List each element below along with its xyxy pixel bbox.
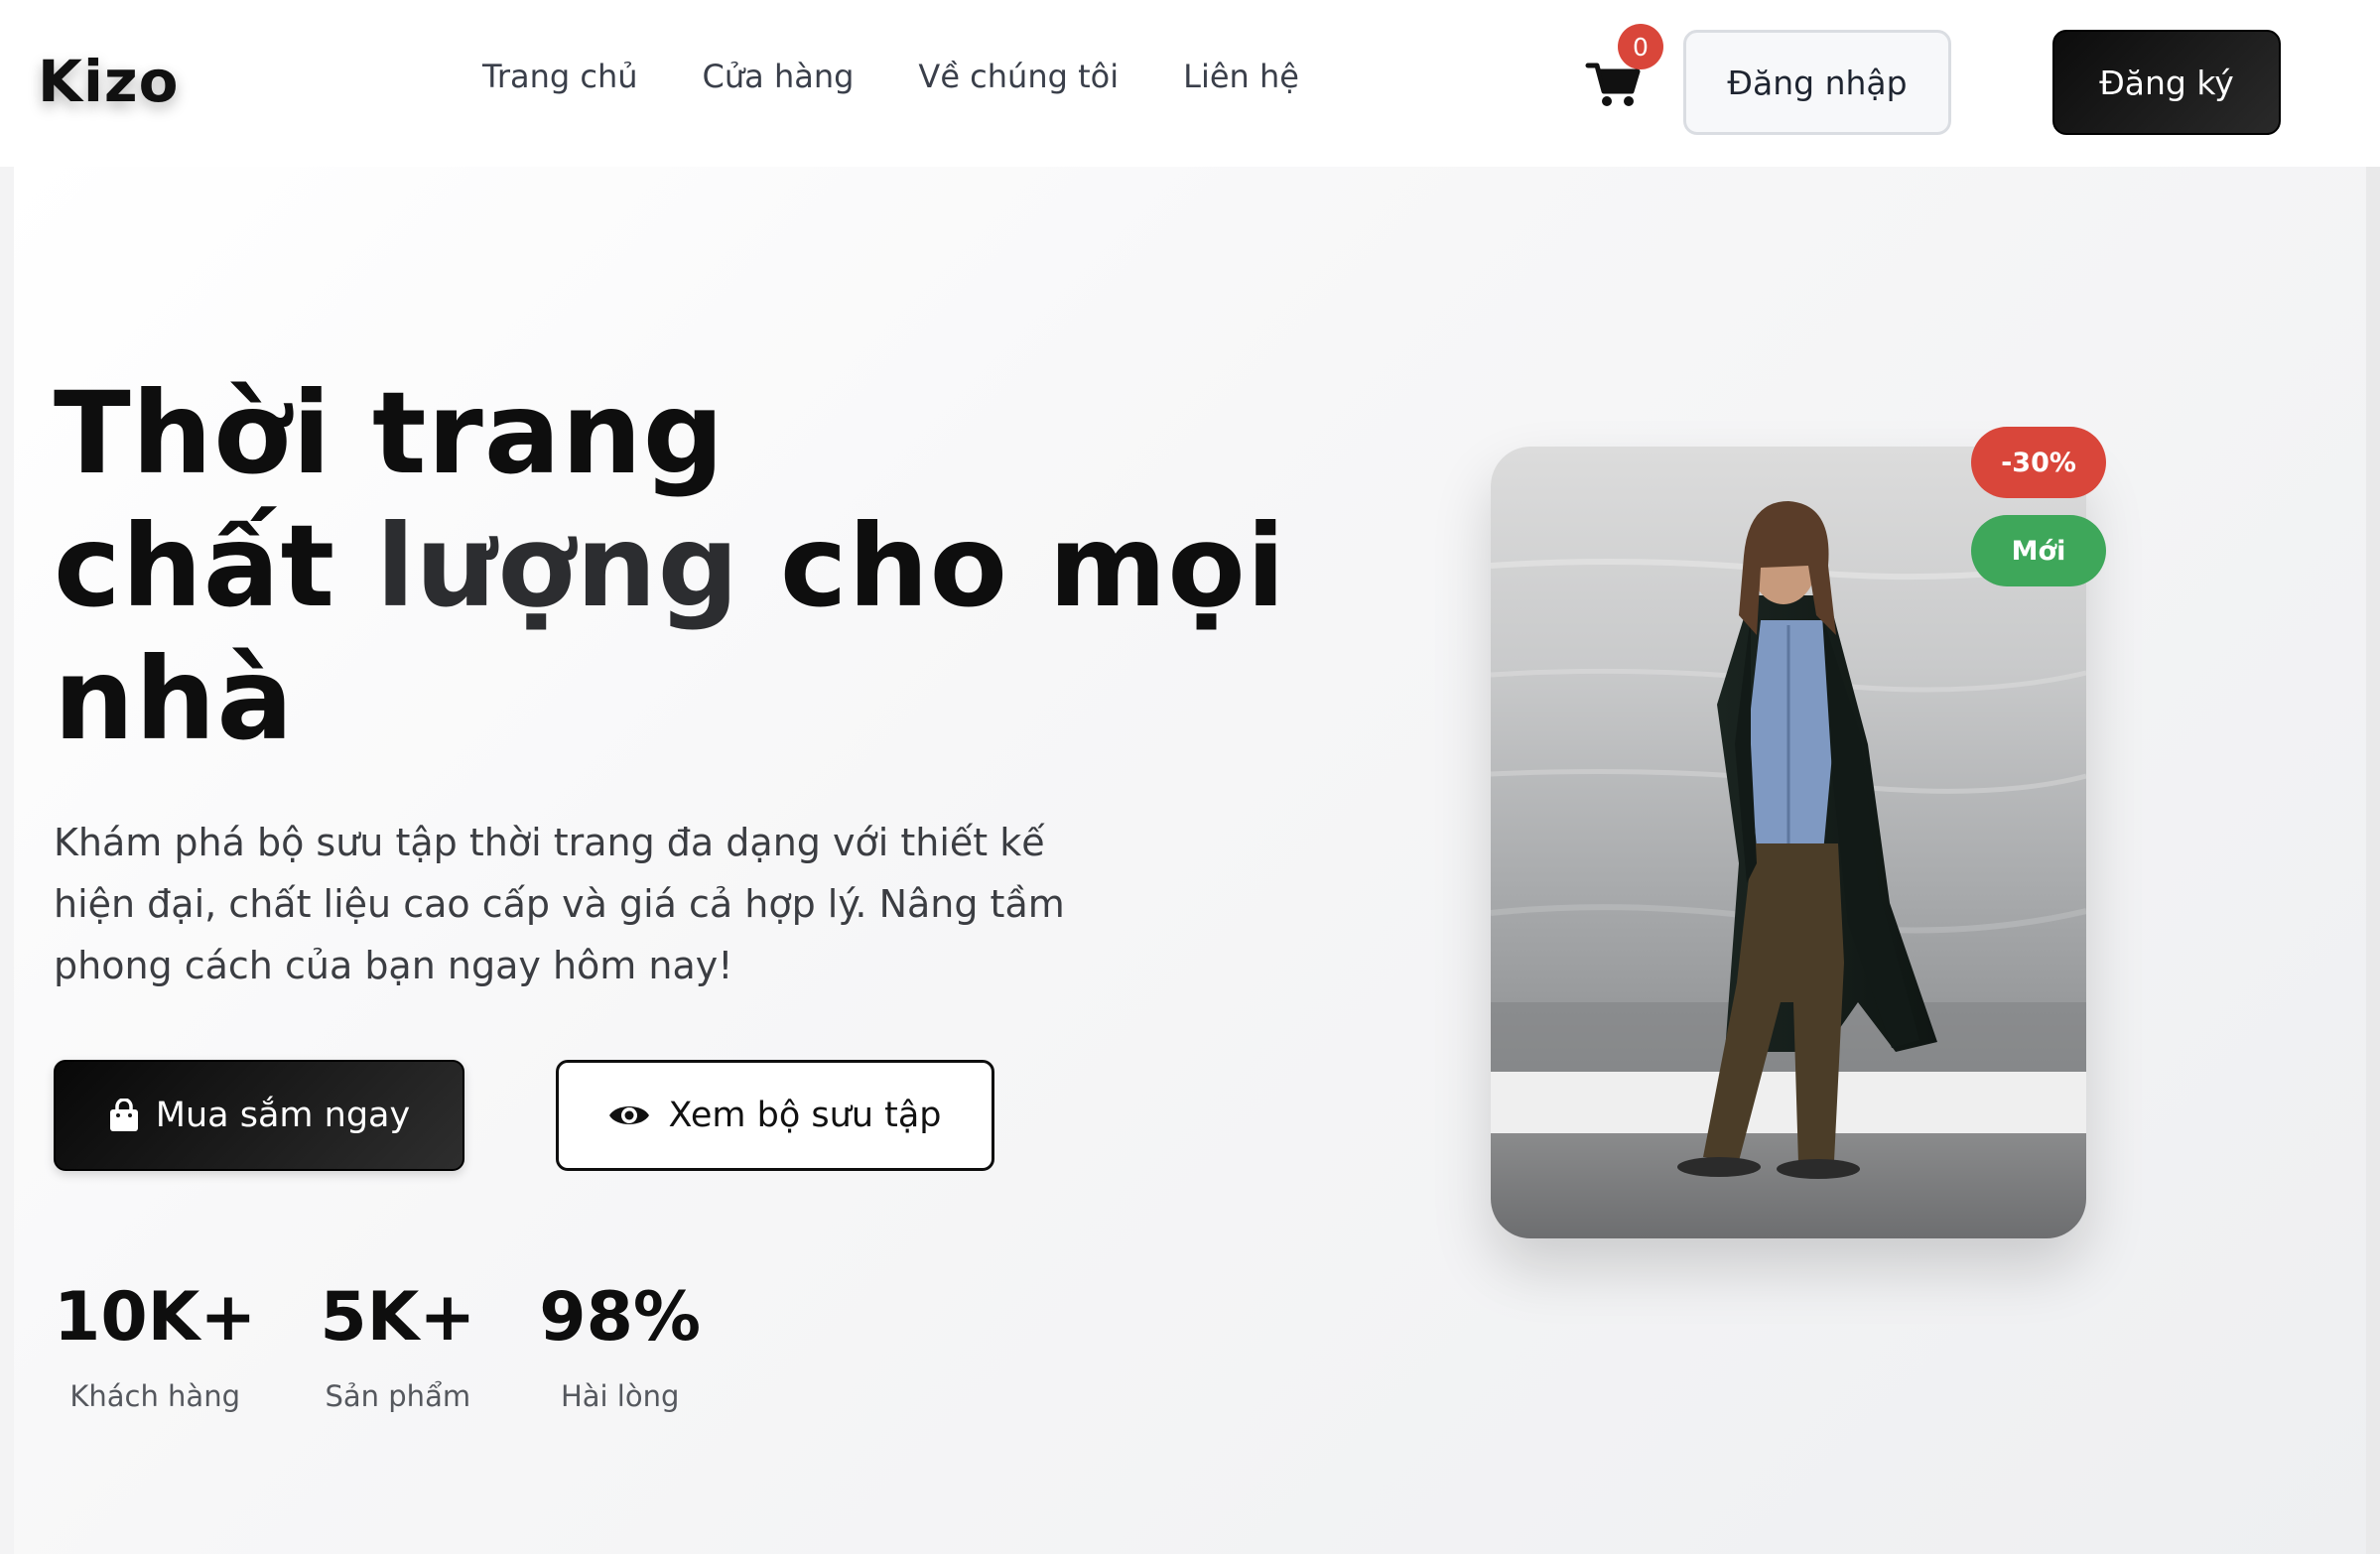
hero-title-word: cho mọi	[739, 500, 1286, 632]
stats-row: 10K+ Khách hàng 5K+ Sản phẩm 98% Hài lòn…	[54, 1278, 764, 1413]
stat-satisfaction: 98% Hài lòng	[539, 1278, 701, 1413]
brand-logo[interactable]: Kizo	[38, 48, 179, 115]
cart-count-badge: 0	[1618, 24, 1663, 69]
hero-title-line-2: chất lượng cho mọi	[54, 500, 1285, 633]
main-nav: Trang chủ Cửa hàng Về chúng tôi Liên hệ	[482, 58, 1299, 95]
hero-title-word: chất	[54, 500, 376, 632]
stat-label: Sản phẩm	[325, 1379, 471, 1413]
nav-item-contact[interactable]: Liên hệ	[1183, 58, 1299, 95]
hero-description: Khám phá bộ sưu tập thời trang đa dạng v…	[54, 821, 1065, 987]
stat-customers: 10K+ Khách hàng	[54, 1278, 256, 1413]
view-collection-button[interactable]: Xem bộ sưu tập	[556, 1060, 994, 1171]
login-button[interactable]: Đăng nhập	[1683, 30, 1951, 135]
nav-item-about[interactable]: Về chúng tôi	[918, 58, 1119, 95]
eye-icon	[608, 1101, 650, 1130]
new-badge: Mới	[1971, 515, 2106, 586]
signup-button[interactable]: Đăng ký	[2052, 30, 2281, 135]
hero-title-line-1: Thời trang	[54, 367, 726, 499]
shopping-bag-icon	[108, 1099, 140, 1132]
hero-title-highlight: lượng	[375, 500, 740, 632]
sale-badge: -30%	[1971, 427, 2106, 498]
shop-now-button[interactable]: Mua sắm ngay	[54, 1060, 464, 1171]
stat-value: 98%	[539, 1278, 702, 1357]
view-collection-label: Xem bộ sưu tập	[668, 1096, 942, 1135]
nav-item-home[interactable]: Trang chủ	[482, 58, 638, 95]
stat-value: 10K+	[54, 1278, 257, 1357]
hero-title-line-3: nhà	[54, 633, 295, 765]
site-header: Kizo Trang chủ Cửa hàng Về chúng tôi Liê…	[0, 0, 2380, 167]
stat-value: 5K+	[320, 1278, 476, 1357]
stat-label: Hài lòng	[560, 1379, 680, 1413]
hero-title: Thời trang chất lượng cho mọi nhà	[54, 367, 1285, 766]
shop-now-label: Mua sắm ngay	[155, 1096, 411, 1135]
stat-products: 5K+ Sản phẩm	[320, 1278, 475, 1413]
nav-item-shop[interactable]: Cửa hàng	[703, 58, 855, 95]
stat-label: Khách hàng	[69, 1379, 240, 1413]
scrollbar-track[interactable]	[2366, 0, 2380, 1554]
